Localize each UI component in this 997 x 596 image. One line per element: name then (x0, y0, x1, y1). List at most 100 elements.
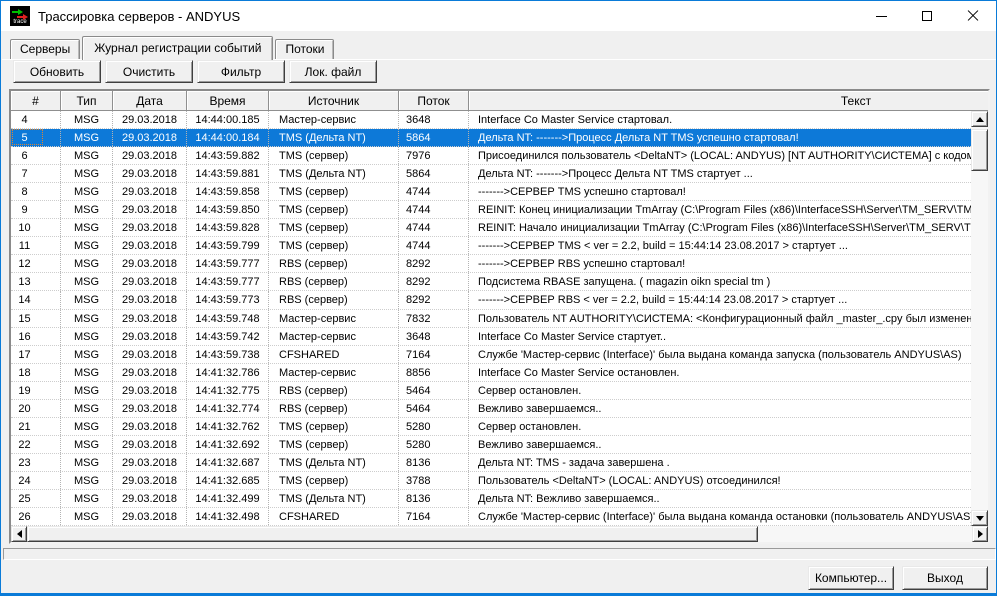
cell-source: TMS (сервер) (269, 418, 399, 435)
cell-source: TMS (сервер) (269, 436, 399, 453)
table-row[interactable]: 10MSG29.03.201814:43:59.828TMS (сервер)4… (11, 219, 971, 237)
scroll-left-button[interactable] (11, 526, 27, 542)
table-row[interactable]: 6MSG29.03.201814:43:59.882TMS (сервер)79… (11, 147, 971, 165)
exit-button[interactable]: Выход (902, 566, 988, 590)
cell-source: RBS (сервер) (269, 255, 399, 272)
cell-source: RBS (сервер) (269, 291, 399, 308)
horizontal-scrollbar[interactable] (11, 526, 988, 542)
table-row[interactable]: 17MSG29.03.201814:43:59.738CFSHARED7164С… (11, 346, 971, 364)
cell-thread: 4744 (399, 183, 469, 200)
scroll-up-button[interactable] (971, 111, 988, 127)
clear-button[interactable]: Очистить (105, 60, 193, 83)
table-row[interactable]: 14MSG29.03.201814:43:59.773RBS (сервер)8… (11, 291, 971, 309)
table-row[interactable]: 19MSG29.03.201814:41:32.775RBS (сервер)5… (11, 382, 971, 400)
cell-text: Interface Co Master Service стартует.. (469, 328, 971, 345)
column-header-0[interactable]: # (11, 91, 61, 110)
cell-time: 14:43:59.882 (187, 147, 269, 164)
cell-date: 29.03.2018 (113, 147, 187, 164)
cell-date: 29.03.2018 (113, 165, 187, 182)
table-row[interactable]: 26MSG29.03.201814:41:32.498CFSHARED7164С… (11, 508, 971, 526)
cell-source: TMS (сервер) (269, 237, 399, 254)
cell-type: MSG (61, 255, 113, 272)
table-row[interactable]: 25MSG29.03.201814:41:32.499TMS (Дельта N… (11, 490, 971, 508)
horizontal-scrollbar-thumb[interactable] (27, 526, 758, 542)
scroll-down-button[interactable] (971, 510, 988, 526)
column-header-label: # (32, 94, 39, 108)
cell-text: Вежливо завершаемся.. (469, 436, 971, 453)
app-icon[interactable]: trace (10, 6, 30, 26)
cell-time: 14:41:32.786 (187, 364, 269, 381)
column-header-5[interactable]: Поток (399, 91, 469, 110)
cell-text: REINIT: Начало инициализации TmArray (C:… (469, 219, 971, 236)
table-row[interactable]: 23MSG29.03.201814:41:32.687TMS (Дельта N… (11, 454, 971, 472)
cell-thread: 5464 (399, 400, 469, 417)
column-header-4[interactable]: Источник (269, 91, 399, 110)
tab-label: Серверы (20, 42, 70, 56)
cell-type: MSG (61, 310, 113, 327)
column-header-label: Поток (417, 94, 449, 108)
cell-time: 14:41:32.498 (187, 508, 269, 525)
arrow-right-icon (978, 530, 983, 538)
cell-type: MSG (61, 472, 113, 489)
cell-date: 29.03.2018 (113, 183, 187, 200)
cell-text: Подсистема RBASE запущена. ( magazin oik… (469, 273, 971, 290)
cell-num: 19 (11, 382, 61, 399)
table-row[interactable]: 16MSG29.03.201814:43:59.742Мастер-сервис… (11, 328, 971, 346)
cell-source: TMS (сервер) (269, 472, 399, 489)
cell-time: 14:41:32.687 (187, 454, 269, 471)
cell-source: Мастер-сервис (269, 111, 399, 128)
tab-servers[interactable]: Серверы (10, 39, 80, 59)
computer-button[interactable]: Компьютер... (808, 566, 894, 590)
cell-source: RBS (сервер) (269, 400, 399, 417)
cell-thread: 8136 (399, 454, 469, 471)
table-row[interactable]: 7MSG29.03.201814:43:59.881TMS (Дельта NT… (11, 165, 971, 183)
table-row[interactable]: 21MSG29.03.201814:41:32.762TMS (сервер)5… (11, 418, 971, 436)
cell-type: MSG (61, 382, 113, 399)
column-header-label: Текст (841, 94, 871, 108)
column-header-3[interactable]: Время (187, 91, 269, 110)
tab-threads[interactable]: Потоки (275, 39, 334, 59)
minimize-button[interactable] (858, 1, 904, 31)
table-row[interactable]: 12MSG29.03.201814:43:59.777RBS (сервер)8… (11, 255, 971, 273)
cell-num: 21 (11, 418, 61, 435)
cell-thread: 7164 (399, 508, 469, 525)
cell-time: 14:41:32.685 (187, 472, 269, 489)
cell-source: TMS (Дельта NT) (269, 454, 399, 471)
tab-event-log[interactable]: Журнал регистрации событий (82, 36, 273, 60)
cell-thread: 3788 (399, 472, 469, 489)
vertical-scrollbar-thumb[interactable] (971, 129, 988, 171)
close-button[interactable] (950, 1, 996, 31)
cell-source: Мастер-сервис (269, 310, 399, 327)
table-row[interactable]: 5MSG29.03.201814:44:00.184TMS (Дельта NT… (11, 129, 971, 147)
filter-button[interactable]: Фильтр (197, 60, 285, 83)
table-row[interactable]: 18MSG29.03.201814:41:32.786Мастер-сервис… (11, 364, 971, 382)
cell-text: ------->СЕРВЕР RBS < ver = 2.2, build = … (469, 291, 971, 308)
scroll-right-button[interactable] (972, 526, 988, 542)
cell-text: Службе 'Мастер-сервис (Interface)' была … (469, 508, 971, 525)
local-file-button[interactable]: Лок. файл (289, 60, 377, 83)
table-row[interactable]: 11MSG29.03.201814:43:59.799TMS (сервер)4… (11, 237, 971, 255)
table-row[interactable]: 8MSG29.03.201814:43:59.858TMS (сервер)47… (11, 183, 971, 201)
cell-type: MSG (61, 508, 113, 525)
table-row[interactable]: 9MSG29.03.201814:43:59.850TMS (сервер)47… (11, 201, 971, 219)
table-row[interactable]: 20MSG29.03.201814:41:32.774RBS (сервер)5… (11, 400, 971, 418)
column-header-1[interactable]: Тип (61, 91, 113, 110)
table-row[interactable]: 15MSG29.03.201814:43:59.748Мастер-сервис… (11, 310, 971, 328)
maximize-button[interactable] (904, 1, 950, 31)
cell-text: Interface Co Master Service остановлен. (469, 364, 971, 381)
cell-type: MSG (61, 454, 113, 471)
table-row[interactable]: 22MSG29.03.201814:41:32.692TMS (сервер)5… (11, 436, 971, 454)
vertical-scrollbar[interactable] (971, 111, 988, 526)
table-row[interactable]: 4MSG29.03.201814:44:00.185Мастер-сервис3… (11, 111, 971, 129)
cell-date: 29.03.2018 (113, 328, 187, 345)
column-header-2[interactable]: Дата (113, 91, 187, 110)
cell-thread: 5280 (399, 436, 469, 453)
table-row[interactable]: 24MSG29.03.201814:41:32.685TMS (сервер)3… (11, 472, 971, 490)
cell-time: 14:44:00.184 (187, 129, 269, 146)
cell-time: 14:41:32.775 (187, 382, 269, 399)
column-header-6[interactable]: Текст (469, 91, 988, 110)
cell-time: 14:43:59.777 (187, 273, 269, 290)
table-row[interactable]: 13MSG29.03.201814:43:59.777RBS (сервер)8… (11, 273, 971, 291)
refresh-button[interactable]: Обновить (13, 60, 101, 83)
cell-thread: 7832 (399, 310, 469, 327)
